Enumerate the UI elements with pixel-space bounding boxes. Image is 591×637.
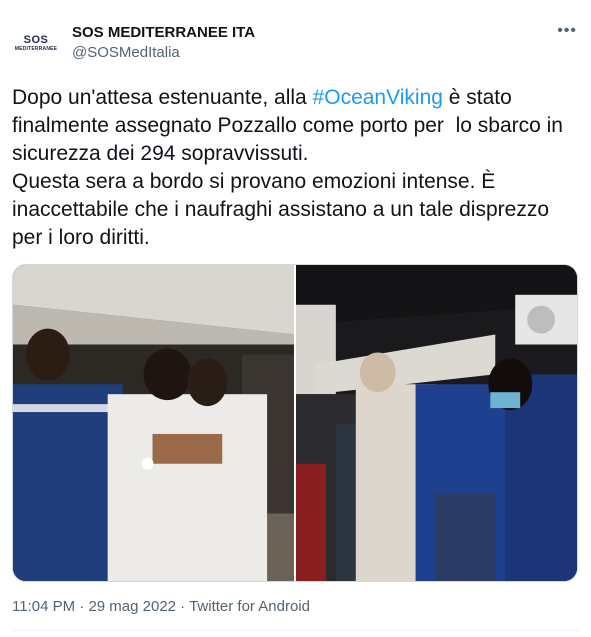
tweet-text-start: Dopo un'attesa estenuante, alla: [12, 86, 313, 109]
hashtag-link[interactable]: #OceanViking: [313, 86, 443, 109]
tweet-meta: 11:04 PM · 29 mag 2022 · Twitter for And…: [12, 598, 310, 615]
avatar[interactable]: SOS MEDITERRANEE: [12, 20, 60, 68]
divider: [12, 630, 579, 631]
tweet-date[interactable]: 29 mag 2022: [88, 598, 176, 615]
author-handle[interactable]: @SOSMedItalia: [72, 44, 180, 61]
media-grid: [12, 264, 578, 582]
tweet-text-end: è stato finalmente assegnato Pozzallo co…: [12, 86, 563, 249]
photo-right-image: [296, 265, 577, 581]
avatar-logo-text: SOS: [23, 34, 49, 46]
tweet-time[interactable]: 11:04 PM: [12, 598, 75, 615]
tweet-source[interactable]: Twitter for Android: [189, 598, 310, 615]
meta-separator-2: ·: [176, 598, 190, 615]
photo-left-image: [13, 265, 294, 581]
tweet-photo-left[interactable]: [13, 265, 294, 581]
more-dots-icon[interactable]: •••: [557, 22, 577, 40]
avatar-logo-subtext: MEDITERRANEE: [14, 46, 58, 52]
author-display-name[interactable]: SOS MEDITERRANEE ITA: [72, 24, 255, 41]
tweet-photo-right[interactable]: [296, 265, 577, 581]
meta-separator: ·: [75, 598, 89, 615]
tweet-text: Dopo un'attesa estenuante, alla #OceanVi…: [12, 84, 580, 252]
